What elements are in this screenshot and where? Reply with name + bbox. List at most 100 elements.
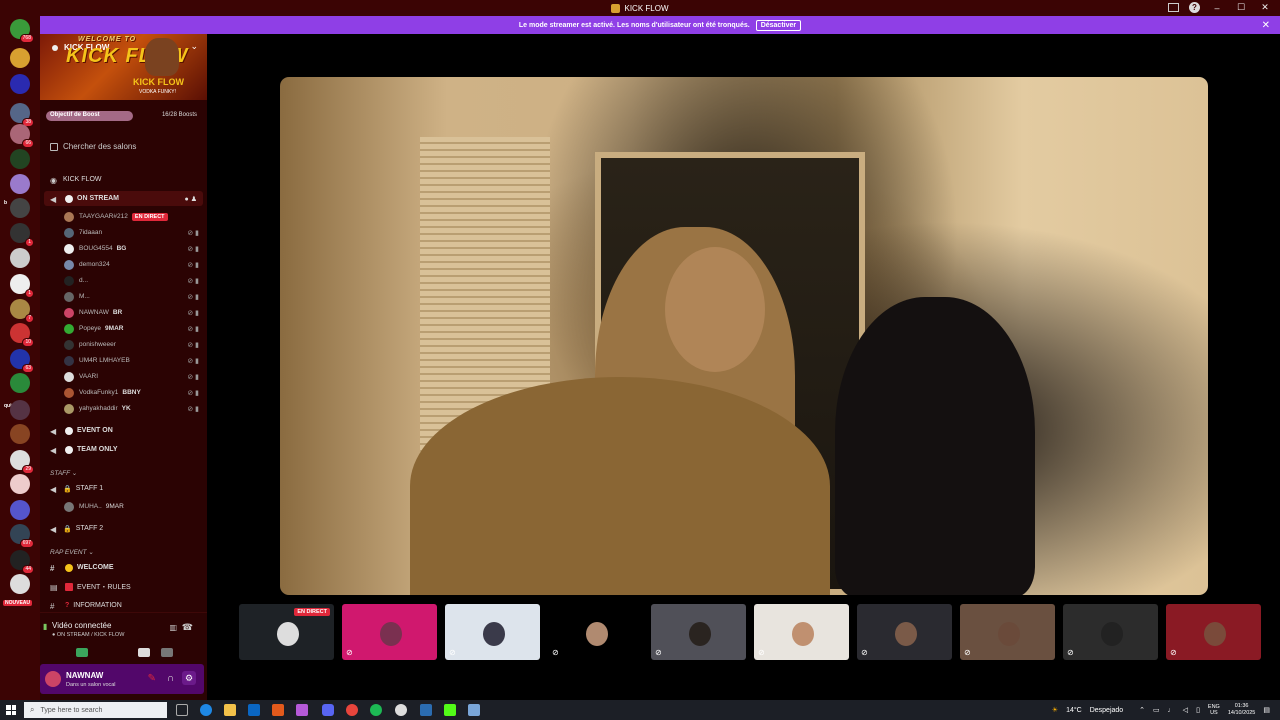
task-view-icon[interactable]: [176, 704, 188, 716]
server-icon[interactable]: [10, 48, 30, 68]
voice-location[interactable]: ● ON STREAM / KICK FLOW: [52, 632, 124, 638]
app-icon[interactable]: [272, 704, 284, 716]
voice-user[interactable]: M... ⊘ ▮: [40, 289, 207, 304]
server-icon[interactable]: 697: [10, 524, 34, 548]
server-icon[interactable]: [10, 373, 30, 393]
main-video[interactable]: [280, 77, 1208, 595]
participant-thumbnail[interactable]: ⊘: [1166, 604, 1261, 660]
voice-user[interactable]: UM4R LMHAYEB ⊘ ▮: [40, 353, 207, 368]
channel-staff-1[interactable]: ◀ 🔒 STAFF 1: [40, 481, 207, 496]
channel-staff-2[interactable]: ◀ 🔒 STAFF 2: [40, 521, 207, 536]
server-icon[interactable]: [10, 400, 30, 420]
disconnect-icon[interactable]: ☎: [182, 622, 193, 633]
battery-icon[interactable]: ▯: [1196, 706, 1200, 714]
server-icon[interactable]: 1: [10, 274, 34, 298]
chevron-down-icon[interactable]: ⌄: [190, 41, 198, 52]
kick-icon[interactable]: [444, 704, 456, 716]
camera-button[interactable]: [76, 648, 88, 657]
mic-icon[interactable]: ♩: [1168, 707, 1175, 714]
app-icon[interactable]: [420, 704, 432, 716]
category-rap-event[interactable]: RAP EVENT ⌄: [50, 548, 94, 556]
server-icon[interactable]: [10, 174, 30, 194]
activity-button[interactable]: [161, 648, 173, 657]
server-icon[interactable]: 1: [10, 223, 34, 247]
app-icon[interactable]: [468, 704, 480, 716]
inbox-icon[interactable]: [1168, 3, 1179, 12]
server-icon[interactable]: [10, 474, 30, 494]
participant-thumbnail[interactable]: ⊘: [754, 604, 849, 660]
file-explorer-icon[interactable]: [224, 704, 236, 716]
server-icon[interactable]: 7: [10, 299, 34, 323]
server-icon[interactable]: 38: [10, 103, 34, 127]
voice-user[interactable]: ponishweeer ⊘ ▮: [40, 337, 207, 352]
close-window-button[interactable]: ✕: [1258, 2, 1272, 13]
clock[interactable]: 01:36 14/10/2025: [1228, 703, 1256, 717]
voice-user[interactable]: NAWNAW BR ⊘ ▮: [40, 305, 207, 320]
discord-icon[interactable]: [322, 704, 334, 716]
participant-thumbnail[interactable]: ⊘: [548, 604, 643, 660]
server-icon[interactable]: [10, 149, 30, 169]
avatar[interactable]: [45, 671, 61, 687]
server-icon[interactable]: [10, 198, 30, 218]
gear-icon[interactable]: ⚙: [182, 671, 196, 685]
voice-user[interactable]: yahyakhaddir YK ⊘ ▮: [40, 401, 207, 416]
headphones-icon[interactable]: ∩: [167, 673, 174, 684]
chevron-up-icon[interactable]: ⌃: [1139, 706, 1145, 714]
channel-welcome[interactable]: # WELCOME: [40, 560, 207, 575]
chat-icon[interactable]: ● ♟: [185, 195, 197, 203]
participant-thumbnail[interactable]: ⊘: [960, 604, 1055, 660]
server-icon[interactable]: [10, 424, 30, 444]
server-header[interactable]: KICK FLOW ⌄ WELCOME TO KICK FLOW KICK FL…: [40, 34, 207, 100]
chrome-icon[interactable]: [346, 704, 358, 716]
voice-user[interactable]: 7idaaan ⊘ ▮: [40, 225, 207, 240]
taskbar-search[interactable]: ⌕ Type here to search: [24, 702, 167, 718]
outlook-icon[interactable]: [248, 704, 260, 716]
voice-user[interactable]: MUHA.. 9MAR: [40, 499, 207, 514]
server-icon[interactable]: 63: [10, 349, 34, 373]
boost-goal[interactable]: Objectif de Boost 16/28 Boosts: [46, 110, 201, 122]
voice-user[interactable]: VAARI ⊘ ▮: [40, 369, 207, 384]
deactivate-button[interactable]: Désactiver: [755, 19, 802, 31]
participant-thumbnail[interactable]: ⊘: [651, 604, 746, 660]
server-icon[interactable]: [10, 500, 30, 520]
channel-event-rules[interactable]: ▤ EVENT・RULES: [40, 579, 207, 594]
minimize-button[interactable]: –: [1210, 3, 1224, 13]
screen-share-button[interactable]: [138, 648, 150, 657]
server-icon[interactable]: [10, 74, 30, 94]
mute-mic-icon[interactable]: ✎: [148, 673, 156, 684]
app-icon[interactable]: [296, 704, 308, 716]
voice-user[interactable]: TAAYGAAR#212 EN DIRECT: [40, 209, 207, 224]
steam-icon[interactable]: [395, 704, 407, 716]
help-icon[interactable]: ?: [1189, 2, 1200, 13]
participant-thumbnail[interactable]: EN DIRECT: [239, 604, 334, 660]
voice-user[interactable]: VodkaFunky1 BBNY ⊘ ▮: [40, 385, 207, 400]
voice-user[interactable]: Popeye 9MAR ⊘ ▮: [40, 321, 207, 336]
notifications-icon[interactable]: ▤: [1263, 706, 1270, 714]
voice-user[interactable]: demon324 ⊘ ▮: [40, 257, 207, 272]
network-icon[interactable]: ▭: [1153, 706, 1160, 714]
banner-close-icon[interactable]: ✕: [1262, 20, 1270, 31]
server-icon[interactable]: 66: [10, 124, 34, 148]
channel-team-only[interactable]: ◀ TEAM ONLY: [40, 442, 207, 457]
category-staff[interactable]: STAFF ⌄: [50, 469, 77, 477]
windows-start-icon[interactable]: [6, 705, 16, 715]
server-icon[interactable]: 29: [10, 450, 34, 474]
voice-user[interactable]: BOUG4554 BG ⊘ ▮: [40, 241, 207, 256]
edge-icon[interactable]: [200, 704, 212, 716]
weather-desc[interactable]: Despejado: [1090, 707, 1123, 714]
server-icon[interactable]: 768: [10, 19, 34, 43]
language-indicator[interactable]: ENG US: [1208, 704, 1220, 716]
server-icon[interactable]: 44: [10, 550, 34, 574]
channel-on-stream[interactable]: ◀ ON STREAM ● ♟: [44, 191, 203, 206]
channel-information[interactable]: # ? INFORMATION: [40, 598, 207, 613]
channel-event-on[interactable]: ◀ EVENT ON: [40, 423, 207, 438]
server-icon[interactable]: [10, 248, 30, 268]
participant-thumbnail[interactable]: ⊘: [857, 604, 952, 660]
spotify-icon[interactable]: [370, 704, 382, 716]
weather-temp[interactable]: 14°C: [1066, 707, 1082, 714]
voice-user[interactable]: d... ⊘ ▮: [40, 273, 207, 288]
participant-thumbnail[interactable]: ⊘: [445, 604, 540, 660]
channel-kick-flow[interactable]: ◉ KICK FLOW: [40, 172, 207, 187]
server-icon[interactable]: 10: [10, 323, 34, 347]
server-icon[interactable]: [10, 574, 30, 594]
